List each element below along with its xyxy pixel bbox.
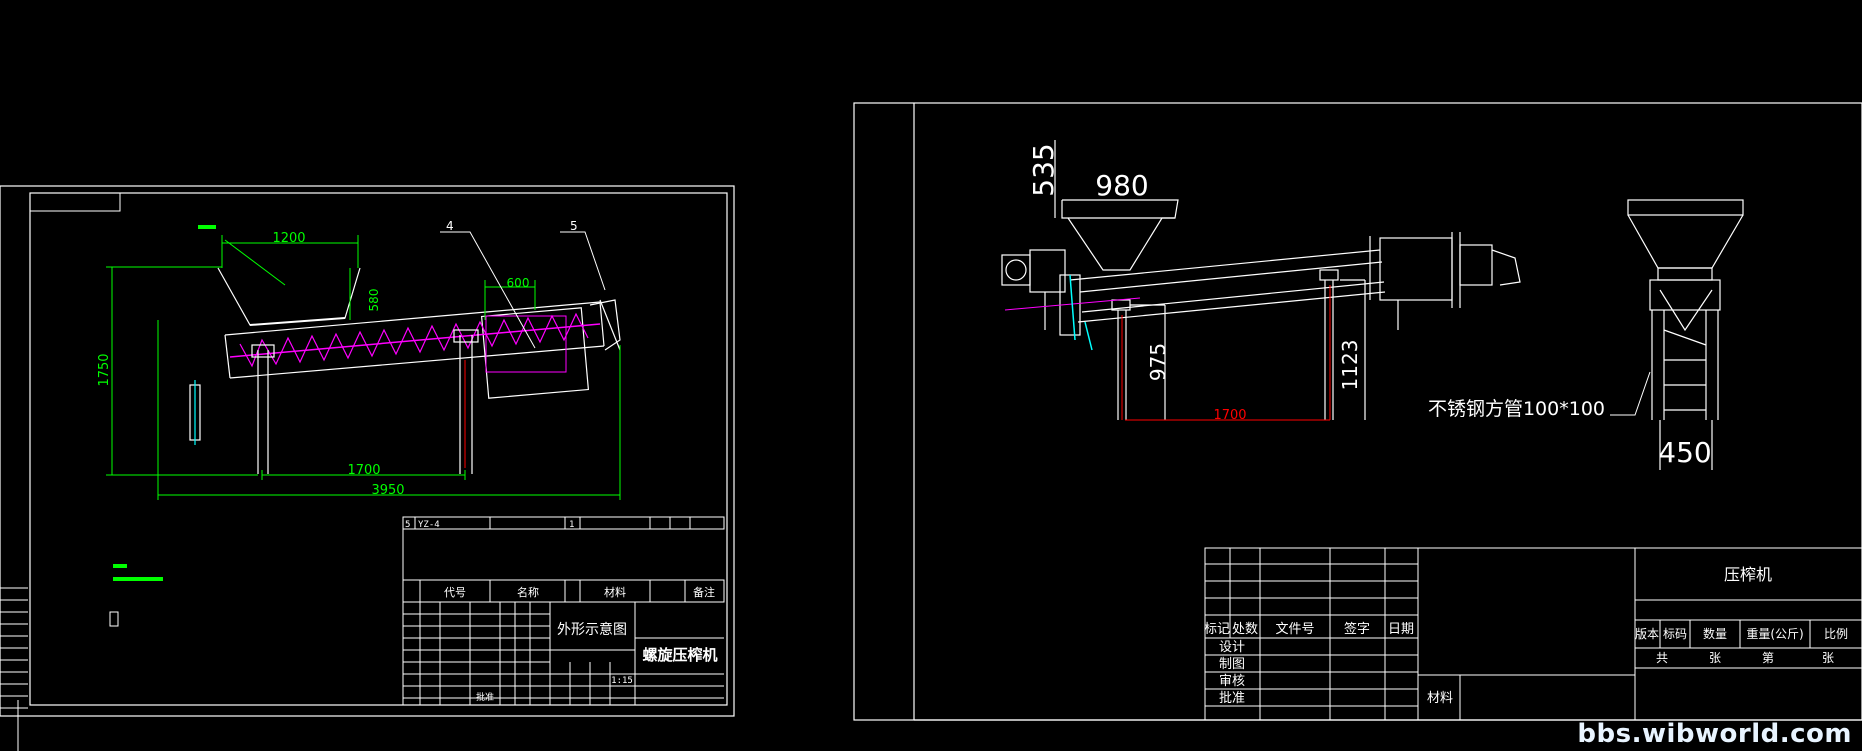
tb-row-draw: 制图 — [1219, 657, 1245, 672]
dim-1200-left: 1200 — [272, 231, 305, 246]
dim-450-right: 450 — [1658, 436, 1711, 469]
tb-col-sign: 签字 — [1344, 621, 1370, 637]
parts-row-no: 5 — [405, 520, 410, 530]
tb-col-mark: 标记 — [1204, 622, 1230, 637]
callout-4: 4 — [446, 219, 454, 233]
tb-col-date: 日期 — [1388, 622, 1414, 637]
drawing-title-left: 外形示意图 — [557, 621, 627, 638]
tb-row-approve: 批准 — [1219, 691, 1245, 706]
watermark: bbs.wibworld.com — [1577, 719, 1852, 749]
dim-1700-left: 1700 — [347, 463, 380, 478]
tb-total: 共 — [1656, 651, 1668, 665]
parts-row-code: YZ-4 — [418, 520, 440, 530]
header-name: 名称 — [517, 585, 539, 599]
tb-code: 标码 — [1663, 627, 1687, 641]
scale-left: 1:15 — [611, 676, 633, 686]
dim-975-right: 975 — [1146, 343, 1170, 381]
header-code: 代号 — [444, 586, 466, 599]
dim-600-left: 600 — [507, 276, 530, 290]
background — [0, 0, 1862, 751]
parts-row-qty: 1 — [569, 520, 574, 530]
callout-5: 5 — [570, 219, 578, 233]
tb-product-name: 压榨机 — [1724, 565, 1772, 584]
tb-row-review: 审核 — [1219, 674, 1245, 689]
tb-row-design: 设计 — [1219, 640, 1245, 655]
header-remark: 备注 — [693, 585, 715, 599]
dim-1700-right: 1700 — [1213, 408, 1246, 423]
dim-535-right: 535 — [1027, 143, 1060, 196]
approve-left: 批准 — [476, 691, 494, 703]
tb-col-count: 处数 — [1232, 622, 1258, 637]
tb-no: 第 — [1762, 651, 1774, 665]
dim-1750-left: 1750 — [97, 353, 112, 386]
machine-name-left: 螺旋压榨机 — [642, 646, 717, 664]
tb-sheets: 张 — [1709, 651, 1721, 665]
tb-col-docno: 文件号 — [1275, 622, 1314, 637]
tb-sheet: 张 — [1822, 651, 1834, 665]
tb-qty: 数量 — [1703, 626, 1727, 641]
dim-580-left: 580 — [367, 289, 381, 312]
header-material: 材料 — [604, 585, 626, 599]
tb-weight: 重量(公斤) — [1746, 627, 1803, 641]
dim-3950-left: 3950 — [371, 483, 404, 498]
dim-980-right: 980 — [1095, 169, 1148, 202]
tb-version: 版本 — [1635, 627, 1659, 641]
dim-1123-right: 1123 — [1338, 340, 1362, 391]
tb-material: 材料 — [1427, 691, 1453, 706]
cad-drawing-canvas: 1200 580 600 1750 1700 3950 4 5 5 YZ-4 1… — [0, 0, 1862, 751]
tb-scale: 比例 — [1824, 627, 1848, 641]
note-stainless-tube: 不锈钢方管100*100 — [1428, 398, 1605, 420]
